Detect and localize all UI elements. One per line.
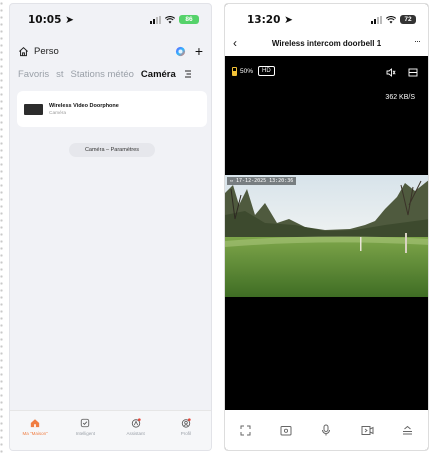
ai-assistant-icon[interactable] bbox=[175, 46, 186, 57]
device-type: Caméra bbox=[49, 110, 67, 116]
category-tabs: Favoris st Stations météo Caméra bbox=[18, 65, 207, 83]
video-timestamp: ▭ 17-12-2025 13:20:36 bbox=[227, 177, 297, 185]
nav-header: ‹ Wireless intercom doorbell 1 ··· bbox=[225, 35, 428, 51]
status-bar: 10:05 ➤ 86 bbox=[10, 4, 211, 38]
screenshot-icon[interactable] bbox=[277, 421, 295, 439]
mute-icon[interactable] bbox=[386, 68, 396, 77]
device-name: Wireless Video Doorphone bbox=[49, 102, 119, 109]
assistant-icon bbox=[131, 418, 141, 428]
battery-indicator: 86 bbox=[179, 15, 199, 24]
tab-st[interactable]: st bbox=[56, 69, 63, 80]
back-chevron-icon[interactable]: ‹ bbox=[233, 35, 237, 51]
status-bar: 13:20 ➤ 72 bbox=[225, 4, 428, 38]
signal-icon bbox=[371, 15, 382, 24]
battery-indicator: 72 bbox=[400, 15, 416, 24]
signal-icon bbox=[150, 15, 161, 24]
device-card[interactable]: Wireless Video Doorphone Caméra bbox=[17, 91, 207, 127]
tab-menu-icon[interactable] bbox=[183, 70, 192, 78]
menu-icon[interactable] bbox=[399, 421, 417, 439]
camera-osd-icon: ▭ bbox=[230, 178, 234, 184]
status-time: 10:05 ➤ bbox=[28, 14, 74, 26]
tab-camera[interactable]: Caméra bbox=[141, 69, 176, 80]
nav-home[interactable]: Ma "Maison" bbox=[14, 418, 56, 436]
bottom-navigation: Ma "Maison" Intelligent Assistant Profil bbox=[10, 410, 211, 450]
nav-assistant[interactable]: Assistant bbox=[115, 418, 157, 436]
house-icon bbox=[30, 419, 40, 428]
transfer-speed: 362 KB/S bbox=[385, 94, 415, 101]
checkbox-icon bbox=[81, 418, 90, 428]
device-thumbnail bbox=[24, 103, 43, 115]
record-icon[interactable] bbox=[358, 421, 376, 439]
camera-battery-level: 50% bbox=[240, 67, 254, 75]
nav-home-label: Ma "Maison" bbox=[22, 431, 48, 436]
tab-favoris[interactable]: Favoris bbox=[18, 69, 49, 80]
camera-info: 50% HD bbox=[232, 66, 275, 76]
right-phone-screen: 13:20 ➤ 72 ‹ Wireless intercom doorbell … bbox=[224, 3, 429, 451]
location-arrow-icon: ➤ bbox=[65, 14, 74, 26]
home-name: Perso bbox=[34, 45, 59, 57]
nav-profile-label: Profil bbox=[180, 431, 191, 436]
playback-controls bbox=[225, 410, 428, 450]
nav-intelligent-label: Intelligent bbox=[75, 431, 95, 436]
top-header: 13:20 ➤ 72 ‹ Wireless intercom doorbell … bbox=[225, 4, 428, 56]
gallery-icon[interactable] bbox=[408, 68, 418, 77]
house-outline-icon bbox=[19, 46, 28, 56]
wifi-icon bbox=[165, 15, 175, 23]
binder-perforation bbox=[0, 0, 3, 454]
camera-battery-icon bbox=[232, 66, 237, 76]
tab-stations-meteo[interactable]: Stations météo bbox=[71, 69, 134, 80]
microphone-icon[interactable] bbox=[317, 421, 335, 439]
add-icon[interactable]: + bbox=[195, 44, 203, 58]
nav-assistant-label: Assistant bbox=[126, 431, 145, 436]
live-video-feed[interactable]: ▭ 17-12-2025 13:20:36 bbox=[225, 175, 428, 297]
camera-settings-button[interactable]: Caméra – Paramètres bbox=[69, 143, 155, 157]
left-phone-screen: 10:05 ➤ 86 Perso + Favoris st Stations m… bbox=[9, 3, 212, 451]
location-arrow-icon: ➤ bbox=[284, 14, 293, 26]
home-selector[interactable]: Perso + bbox=[18, 42, 203, 60]
video-frame bbox=[225, 175, 428, 297]
nav-intelligent[interactable]: Intelligent bbox=[64, 418, 106, 436]
nav-profile[interactable]: Profil bbox=[165, 418, 207, 436]
fullscreen-icon[interactable] bbox=[236, 421, 254, 439]
status-time: 13:20 ➤ bbox=[247, 14, 293, 26]
profile-icon bbox=[181, 418, 191, 428]
quality-toggle[interactable]: HD bbox=[258, 66, 275, 76]
more-options-icon[interactable]: ··· bbox=[414, 35, 421, 47]
page-title: Wireless intercom doorbell 1 bbox=[271, 38, 382, 48]
wifi-icon bbox=[386, 15, 396, 23]
